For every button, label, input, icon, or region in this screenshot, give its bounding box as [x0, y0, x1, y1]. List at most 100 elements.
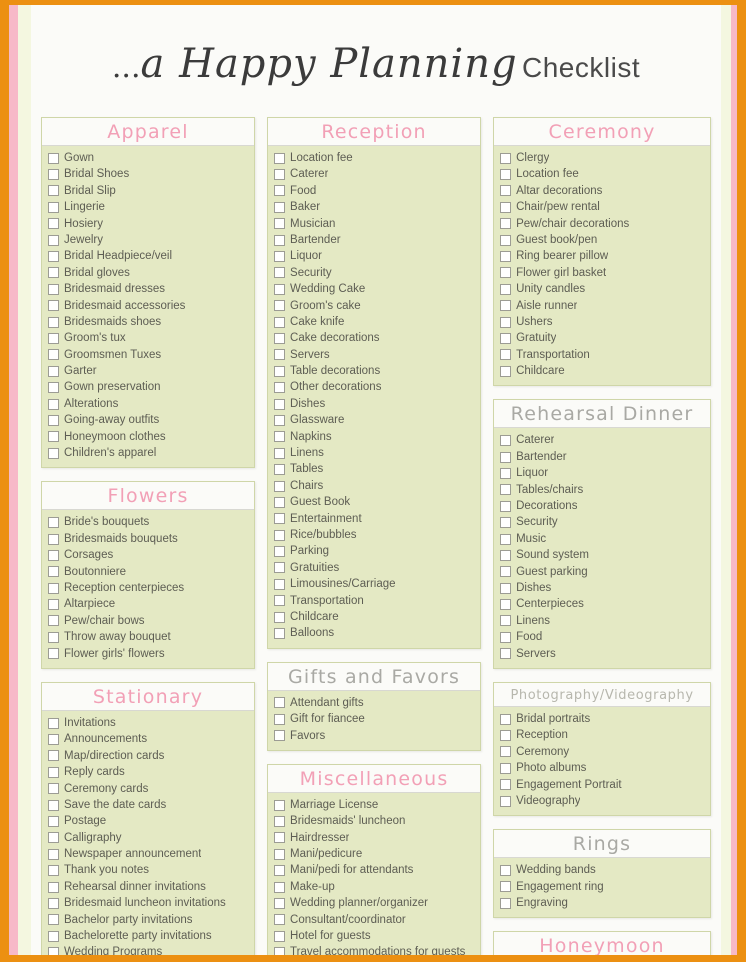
checkbox-icon[interactable]	[48, 783, 59, 795]
list-item[interactable]: Wedding Programs	[48, 944, 254, 955]
checkbox-icon[interactable]	[48, 267, 59, 279]
checkbox-icon[interactable]	[274, 496, 286, 508]
list-item[interactable]: Ushers	[500, 314, 710, 330]
checkbox-icon[interactable]	[48, 930, 59, 942]
list-item[interactable]: Lingerie	[48, 199, 254, 215]
list-item[interactable]: Guest book/pen	[500, 232, 710, 248]
checkbox-icon[interactable]	[274, 578, 286, 590]
checkbox-icon[interactable]	[500, 267, 512, 279]
list-item[interactable]: Children's apparel	[48, 445, 254, 461]
list-item[interactable]: Linens	[500, 613, 710, 629]
checkbox-icon[interactable]	[48, 218, 59, 230]
checkbox-icon[interactable]	[500, 599, 512, 611]
checkbox-icon[interactable]	[500, 730, 512, 742]
checkbox-icon[interactable]	[48, 152, 59, 164]
checkbox-icon[interactable]	[274, 283, 286, 295]
checkbox-icon[interactable]	[274, 562, 286, 574]
checkbox-icon[interactable]	[48, 431, 59, 443]
checkbox-icon[interactable]	[274, 218, 286, 230]
list-item[interactable]: Bridal gloves	[48, 265, 254, 281]
checkbox-icon[interactable]	[500, 283, 512, 295]
list-item[interactable]: Ring bearer pillow	[500, 248, 710, 264]
checkbox-icon[interactable]	[500, 251, 512, 263]
checkbox-icon[interactable]	[48, 566, 59, 578]
checkbox-icon[interactable]	[48, 365, 59, 377]
checkbox-icon[interactable]	[274, 201, 286, 213]
list-item[interactable]: Sound system	[500, 547, 710, 563]
list-item[interactable]: Servers	[500, 646, 710, 662]
checkbox-icon[interactable]	[48, 517, 59, 529]
checkbox-icon[interactable]	[274, 628, 286, 640]
list-item[interactable]: Pew/chair decorations	[500, 216, 710, 232]
list-item[interactable]: Bridesmaid dresses	[48, 281, 254, 297]
checkbox-icon[interactable]	[274, 332, 286, 344]
list-item[interactable]: Bridesmaids' luncheon	[274, 813, 480, 829]
checkbox-icon[interactable]	[48, 382, 59, 394]
list-item[interactable]: Gratuities	[274, 560, 480, 576]
checkbox-icon[interactable]	[274, 480, 286, 492]
list-item[interactable]: Entertainment	[274, 511, 480, 527]
list-item[interactable]: Ceremony	[500, 744, 710, 760]
checkbox-icon[interactable]	[274, 464, 286, 476]
list-item[interactable]: Guest Book	[274, 494, 480, 510]
list-item[interactable]: Bridesmaid luncheon invitations	[48, 895, 254, 911]
list-item[interactable]: Engraving	[500, 895, 710, 911]
checkbox-icon[interactable]	[500, 484, 512, 496]
checkbox-icon[interactable]	[48, 300, 59, 312]
checkbox-icon[interactable]	[274, 865, 286, 877]
list-item[interactable]: Location fee	[500, 166, 710, 182]
checkbox-icon[interactable]	[500, 631, 512, 643]
list-item[interactable]: Mani/pedi for attendants	[274, 862, 480, 878]
list-item[interactable]: Wedding planner/organizer	[274, 895, 480, 911]
checkbox-icon[interactable]	[48, 947, 59, 955]
checkbox-icon[interactable]	[500, 746, 512, 758]
list-item[interactable]: Groom's tux	[48, 330, 254, 346]
checkbox-icon[interactable]	[500, 467, 512, 479]
checkbox-icon[interactable]	[48, 283, 59, 295]
checkbox-icon[interactable]	[48, 750, 59, 762]
list-item[interactable]: Boutonniere	[48, 564, 254, 580]
list-item[interactable]: Location fee	[274, 150, 480, 166]
list-item[interactable]: Bridesmaids bouquets	[48, 531, 254, 547]
list-item[interactable]: Servers	[274, 347, 480, 363]
list-item[interactable]: Caterer	[274, 166, 480, 182]
list-item[interactable]: Wedding Cake	[274, 281, 480, 297]
list-item[interactable]: Bride's bouquets	[48, 514, 254, 530]
checkbox-icon[interactable]	[274, 234, 286, 246]
checkbox-icon[interactable]	[48, 799, 59, 811]
checkbox-icon[interactable]	[274, 382, 286, 394]
checkbox-icon[interactable]	[500, 566, 512, 578]
checkbox-icon[interactable]	[48, 316, 59, 328]
checkbox-icon[interactable]	[500, 218, 512, 230]
list-item[interactable]: Chair/pew rental	[500, 199, 710, 215]
checkbox-icon[interactable]	[500, 500, 512, 512]
list-item[interactable]: Bridesmaids shoes	[48, 314, 254, 330]
checkbox-icon[interactable]	[500, 365, 512, 377]
checkbox-icon[interactable]	[274, 300, 286, 312]
checkbox-icon[interactable]	[500, 300, 512, 312]
checkbox-icon[interactable]	[48, 349, 59, 361]
checkbox-icon[interactable]	[48, 848, 59, 860]
checkbox-icon[interactable]	[500, 615, 512, 627]
list-item[interactable]: Gift for fiancee	[274, 711, 480, 727]
checkbox-icon[interactable]	[500, 762, 512, 774]
checkbox-icon[interactable]	[274, 365, 286, 377]
list-item[interactable]: Save the date cards	[48, 797, 254, 813]
checkbox-icon[interactable]	[48, 398, 59, 410]
list-item[interactable]: Cake decorations	[274, 330, 480, 346]
list-item[interactable]: Dishes	[500, 580, 710, 596]
checkbox-icon[interactable]	[274, 414, 286, 426]
checkbox-icon[interactable]	[274, 546, 286, 558]
list-item[interactable]: Invitations	[48, 715, 254, 731]
list-item[interactable]: Groomsmen Tuxes	[48, 347, 254, 363]
list-item[interactable]: Consultant/coordinator	[274, 912, 480, 928]
list-item[interactable]: Guest parking	[500, 564, 710, 580]
list-item[interactable]: Hairdresser	[274, 830, 480, 846]
list-item[interactable]: Reception	[500, 727, 710, 743]
list-item[interactable]: Throw away bouquet	[48, 629, 254, 645]
checkbox-icon[interactable]	[500, 234, 512, 246]
list-item[interactable]: Pew/chair bows	[48, 613, 254, 629]
checkbox-icon[interactable]	[500, 185, 512, 197]
checkbox-icon[interactable]	[48, 447, 59, 459]
checkbox-icon[interactable]	[274, 611, 286, 623]
